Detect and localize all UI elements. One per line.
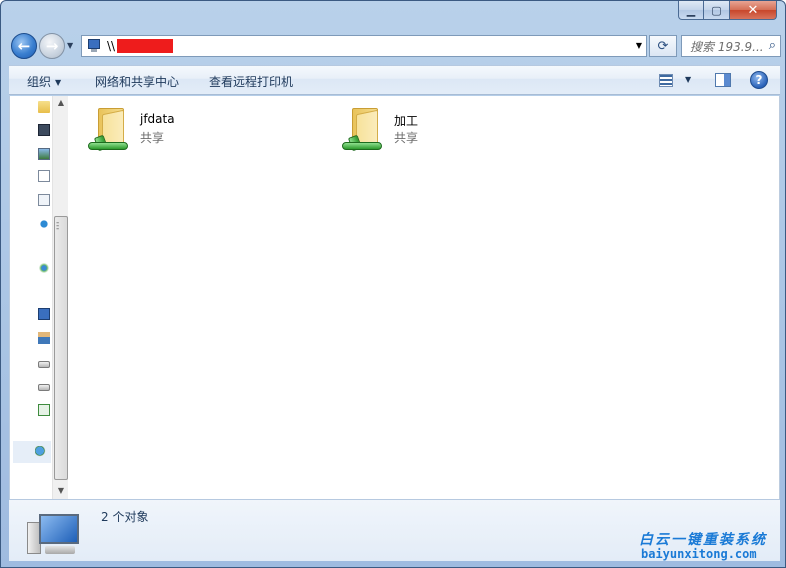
arrow-left-icon: ←: [17, 37, 31, 55]
scroll-down-icon[interactable]: ▼: [53, 486, 69, 495]
watermark-url: baiyunxitong.com: [641, 547, 757, 561]
network-icon: [35, 446, 47, 458]
back-button[interactable]: ←: [11, 33, 37, 59]
shared-folder-icon: [86, 108, 132, 154]
refresh-button[interactable]: ⟳: [649, 35, 677, 57]
music-icon[interactable]: [38, 218, 50, 230]
file-list: jfdata 共享 加工 共享: [70, 96, 780, 499]
grip-icon: ---: [56, 218, 60, 234]
shared-folder-icon: [340, 108, 386, 154]
folder-icon[interactable]: [38, 101, 50, 113]
computer-icon: [25, 514, 83, 558]
forward-button[interactable]: →: [39, 33, 65, 59]
drive-icon[interactable]: [38, 361, 50, 368]
videos-icon[interactable]: [38, 124, 50, 136]
organize-menu-button[interactable]: 组织 ▼: [27, 73, 61, 90]
item-name: jfdata: [140, 112, 175, 126]
command-bar: 组织 ▼ 网络和共享中心 查看远程打印机 ▼ ?: [9, 65, 780, 95]
object-count: 2 个对象: [101, 510, 149, 524]
organize-label: 组织: [27, 75, 52, 89]
item-status: 共享: [394, 131, 419, 145]
documents-icon[interactable]: [38, 170, 50, 182]
preview-pane-button[interactable]: [715, 73, 731, 87]
computer-icon[interactable]: [38, 308, 50, 320]
view-remote-printers-button[interactable]: 查看远程打印机: [209, 73, 293, 90]
maximize-button[interactable]: ▢: [704, 1, 730, 20]
address-dropdown-icon[interactable]: ▼: [636, 41, 642, 50]
close-button[interactable]: ✕: [730, 1, 777, 20]
chevron-down-icon: ▼: [685, 75, 692, 84]
document-icon[interactable]: [38, 194, 50, 206]
spreadsheet-icon[interactable]: [38, 404, 50, 416]
drive-icon[interactable]: [38, 384, 50, 391]
explorer-window: ▁ ▢ ✕ ← → ▼ \\ ▼ ⟳ 搜索 193.9... ⌕ 组织 ▼ 网络和…: [0, 0, 786, 568]
help-button[interactable]: ?: [750, 71, 768, 89]
chevron-down-icon: ▼: [55, 78, 62, 87]
recent-pages-dropdown[interactable]: ▼: [67, 41, 73, 50]
shared-folder-item[interactable]: 加工 共享: [340, 104, 590, 160]
refresh-icon: ⟳: [657, 38, 669, 54]
network-computer-icon: [85, 38, 103, 54]
scrollbar-thumb[interactable]: [54, 216, 68, 480]
network-sharing-center-button[interactable]: 网络和共享中心: [95, 73, 179, 90]
watermark-logo-text: 白云一键重装系统: [639, 532, 767, 548]
caption-buttons: ▁ ▢ ✕: [678, 1, 777, 20]
item-name: 加工: [394, 114, 419, 128]
search-input[interactable]: 搜索 193.9... ⌕: [681, 35, 781, 57]
homegroup-icon[interactable]: [38, 262, 50, 274]
address-path-prefix: \\: [107, 39, 116, 53]
redacted-host-name: [117, 39, 174, 53]
nav-item-network[interactable]: [13, 441, 51, 463]
search-icon[interactable]: ⌕: [769, 38, 776, 53]
address-bar[interactable]: \\ ▼: [81, 35, 647, 57]
nav-pane-scrollbar[interactable]: ▲ --- ▼: [52, 96, 68, 499]
scroll-up-icon[interactable]: ▲: [53, 98, 69, 107]
navigation-pane: [10, 96, 54, 499]
main-area: ▲ --- ▼ jfdata 共享 加工 共享: [9, 96, 780, 499]
minimize-button[interactable]: ▁: [678, 1, 704, 20]
arrow-right-icon: →: [45, 37, 59, 55]
navigation-bar: ← → ▼ \\ ▼ ⟳ 搜索 193.9... ⌕: [9, 31, 781, 61]
shared-folder-item[interactable]: jfdata 共享: [86, 104, 336, 160]
pictures-icon[interactable]: [38, 148, 50, 160]
view-details-icon: [659, 74, 673, 87]
change-view-button[interactable]: ▼: [659, 73, 695, 89]
item-status: 共享: [140, 131, 165, 145]
search-placeholder: 搜索 193.9...: [690, 39, 764, 54]
user-folder-icon[interactable]: [38, 332, 50, 344]
